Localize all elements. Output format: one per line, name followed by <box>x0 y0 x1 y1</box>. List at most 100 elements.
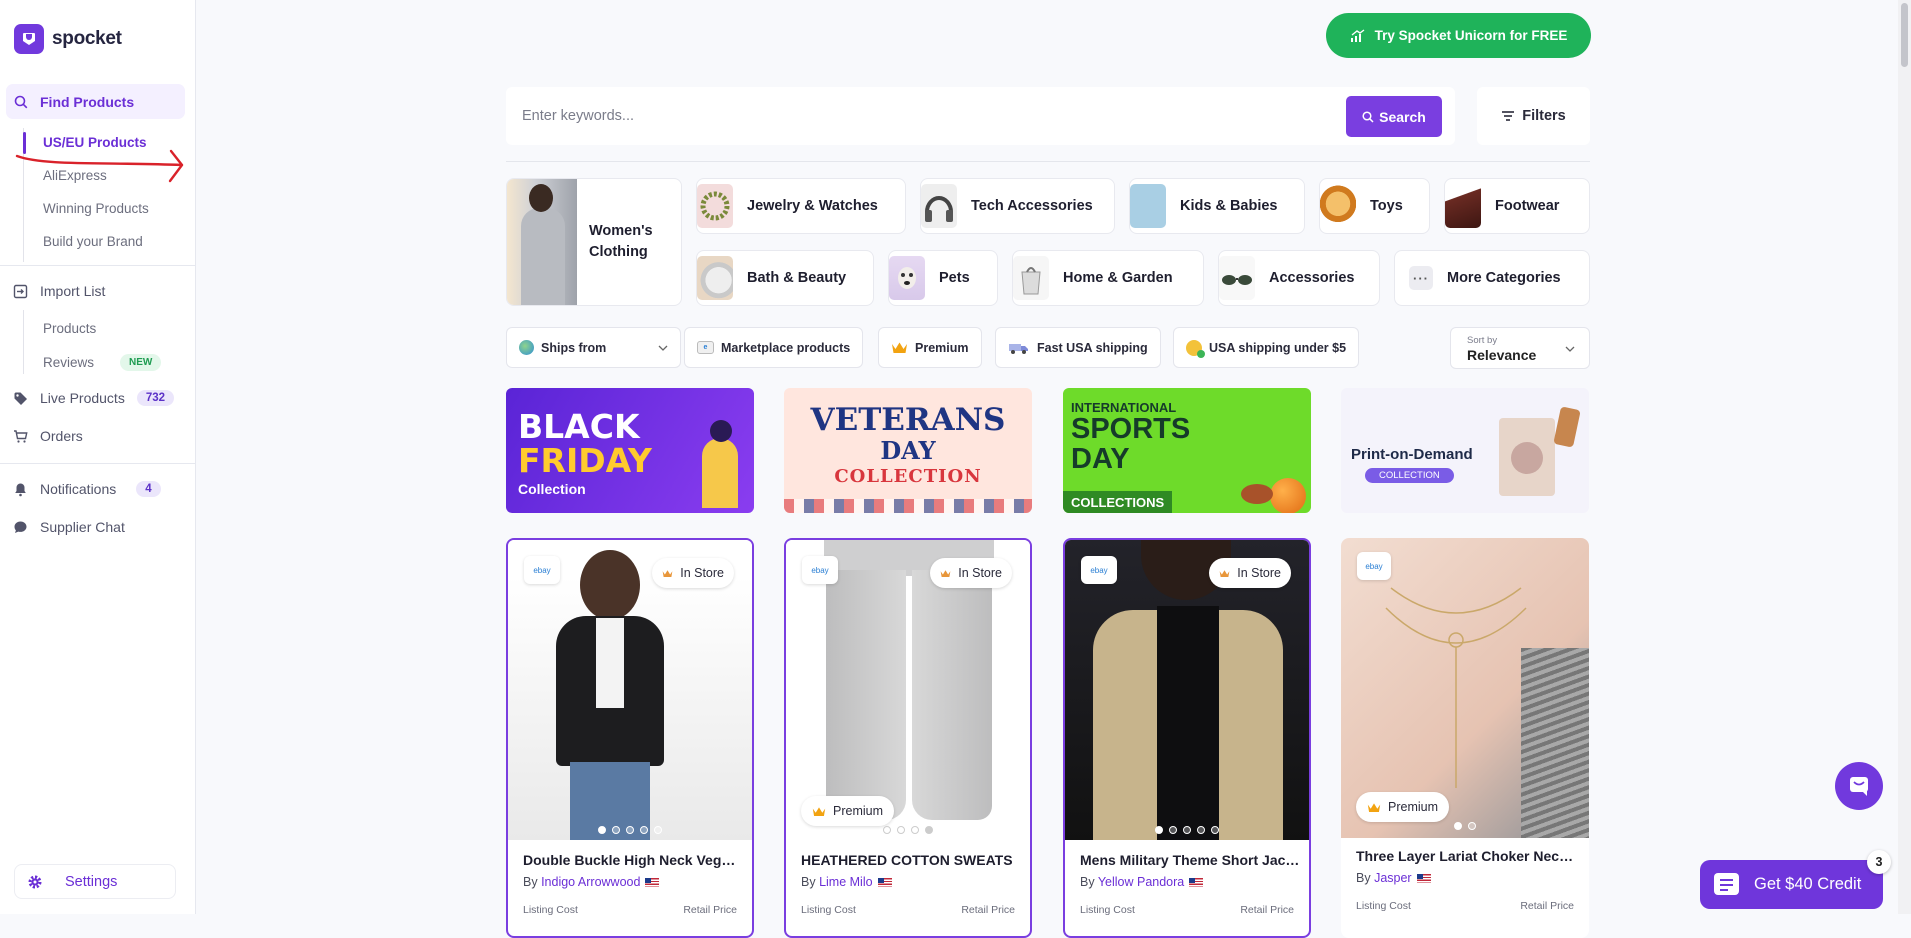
chat-bubble-icon <box>14 521 27 533</box>
banner-veterans-day[interactable]: VETERANS DAY COLLECTION <box>784 388 1032 513</box>
marketplace-icon: ebay <box>1357 552 1391 580</box>
submenu-line <box>23 310 24 374</box>
search-input[interactable] <box>522 87 1322 145</box>
nav-notifications[interactable]: Notifications 4 <box>13 481 161 497</box>
nav-import-list-label: Import List <box>40 283 106 299</box>
fast-usa-label: Fast USA shipping <box>1037 340 1148 355</box>
in-store-label: In Store <box>1237 566 1281 580</box>
category-accessories[interactable]: Accessories <box>1218 250 1380 306</box>
product-card[interactable]: ebay In Store Double Buckle High Neck Ve… <box>506 538 754 938</box>
get-credit-label: Get $40 Credit <box>1754 875 1862 893</box>
vet-line2: DAY <box>880 436 936 465</box>
supplier-link[interactable]: Jasper <box>1374 871 1412 885</box>
sidebar: spocket Find Products US/EU Products Ali… <box>0 0 196 914</box>
usa-under5-label: USA shipping under $5 <box>1209 340 1347 355</box>
image-carousel-dots[interactable] <box>508 826 752 834</box>
category-jewelry-watches[interactable]: Jewelry & Watches <box>696 178 906 234</box>
banner-print-on-demand[interactable]: Print-on-Demand COLLECTION <box>1341 388 1589 513</box>
sidebar-divider <box>0 265 196 266</box>
retail-price-label: Retail Price <box>683 904 737 916</box>
premium-badge: Premium <box>1356 792 1450 822</box>
category-pets[interactable]: Pets <box>888 250 998 306</box>
import-icon <box>13 284 28 298</box>
category-bath-beauty[interactable]: Bath & Beauty <box>696 250 874 306</box>
product-supplier: By Indigo Arrowwood <box>523 875 660 889</box>
sort-by-dropdown[interactable]: Sort by Relevance <box>1450 327 1590 369</box>
search-button[interactable]: Search <box>1346 96 1442 137</box>
product-card[interactable]: ebay In Store Premium HEATHERED COTTON S… <box>784 538 1032 938</box>
product-card[interactable]: ebay In Store Mens Military Theme Short … <box>1063 538 1311 938</box>
pod-line1: Print-on-Demand <box>1351 446 1473 463</box>
listing-cost-label: Listing Cost <box>801 904 856 916</box>
retail-price-label: Retail Price <box>1520 900 1574 912</box>
nav-import-list[interactable]: Import List <box>13 283 105 299</box>
bf-line2: FRIDAY <box>518 441 652 480</box>
product-title[interactable]: Mens Military Theme Short Jacket <box>1080 852 1300 868</box>
product-title[interactable]: HEATHERED COTTON SWEATS <box>801 852 1021 868</box>
brand-logo[interactable]: spocket <box>14 24 122 54</box>
category-more[interactable]: ··· More Categories <box>1394 250 1590 306</box>
in-store-badge: In Store <box>930 558 1012 588</box>
chart-growth-icon <box>1350 28 1365 42</box>
cart-icon <box>14 429 28 443</box>
nav-live-products[interactable]: Live Products 732 <box>13 390 175 406</box>
scrollbar[interactable] <box>1898 0 1911 914</box>
supplier-link[interactable]: Yellow Pandora <box>1098 875 1184 889</box>
tech-image <box>921 184 957 228</box>
nav-supplier-chat[interactable]: Supplier Chat <box>13 519 125 535</box>
filters-label: Filters <box>1522 108 1566 124</box>
usa-shipping-under-5-chip[interactable]: USA shipping under $5 <box>1173 327 1360 368</box>
nav-winning-products[interactable]: Winning Products <box>43 201 149 216</box>
womens-clothing-image <box>507 179 577 305</box>
sidebar-divider <box>0 463 196 464</box>
image-carousel-dots[interactable] <box>1065 826 1309 834</box>
banner-black-friday[interactable]: BLACK FRIDAY Collection <box>506 388 754 513</box>
supplier-link[interactable]: Lime Milo <box>819 875 873 889</box>
product-title[interactable]: Double Buckle High Neck Vegan Leather Ja… <box>523 852 743 868</box>
category-footwear[interactable]: Footwear <box>1444 178 1590 234</box>
search-icon <box>14 95 28 108</box>
image-carousel-dots[interactable] <box>1341 822 1589 830</box>
nav-reviews-label: Reviews <box>43 355 95 370</box>
jewelry-image <box>697 184 733 228</box>
in-store-label: In Store <box>958 566 1002 580</box>
chat-icon <box>1850 777 1868 796</box>
product-title[interactable]: Three Layer Lariat Choker Necklace <box>1356 848 1576 864</box>
nav-build-your-brand[interactable]: Build your Brand <box>43 234 143 249</box>
nav-reviews[interactable]: Reviews NEW <box>43 354 162 371</box>
premium-chip[interactable]: Premium <box>878 327 982 368</box>
truck-icon <box>1009 343 1028 354</box>
settings-button[interactable]: Settings <box>14 864 176 899</box>
nav-import-products[interactable]: Products <box>43 321 96 336</box>
try-unicorn-label: Try Spocket Unicorn for FREE <box>1374 28 1568 43</box>
category-womens-clothing[interactable]: Women's Clothing <box>506 178 682 306</box>
ships-from-dropdown[interactable]: Ships from <box>506 327 681 368</box>
nav-find-products[interactable]: Find Products <box>6 84 185 119</box>
try-unicorn-button[interactable]: Try Spocket Unicorn for FREE <box>1326 13 1591 58</box>
scrollbar-thumb[interactable] <box>1901 3 1908 67</box>
get-credit-button[interactable]: Get $40 Credit 3 <box>1700 850 1891 909</box>
fast-usa-shipping-chip[interactable]: Fast USA shipping <box>995 327 1161 368</box>
filters-button[interactable]: Filters <box>1477 87 1590 145</box>
chat-bubble-icon <box>1714 872 1739 895</box>
marketplace-icon: ebay <box>802 556 838 584</box>
category-home-garden[interactable]: Home & Garden <box>1012 250 1204 306</box>
image-carousel-dots[interactable] <box>786 826 1030 834</box>
marketplace-products-chip[interactable]: e Marketplace products <box>684 327 864 368</box>
product-card[interactable]: ebay Premium Three Layer Lariat Choker N… <box>1341 538 1589 938</box>
support-chat-button[interactable] <box>1835 762 1883 810</box>
category-kids-babies[interactable]: Kids & Babies <box>1129 178 1305 234</box>
nav-live-products-label: Live Products <box>40 390 125 406</box>
category-tech-accessories[interactable]: Tech Accessories <box>920 178 1115 234</box>
us-flag-icon <box>645 878 660 888</box>
crown-icon <box>892 342 907 353</box>
banner-international-sports-day[interactable]: INTERNATIONAL SPORTS DAY COLLECTIONS <box>1063 388 1311 513</box>
notifications-count: 4 <box>136 481 161 497</box>
product-supplier: By Lime Milo <box>801 875 892 889</box>
nav-orders[interactable]: Orders <box>13 428 83 444</box>
category-toys[interactable]: Toys <box>1319 178 1430 234</box>
premium-label: Premium <box>833 804 884 818</box>
supplier-link[interactable]: Indigo Arrowwood <box>541 875 640 889</box>
product-supplier: By Jasper <box>1356 871 1431 885</box>
in-store-label: In Store <box>680 566 724 580</box>
